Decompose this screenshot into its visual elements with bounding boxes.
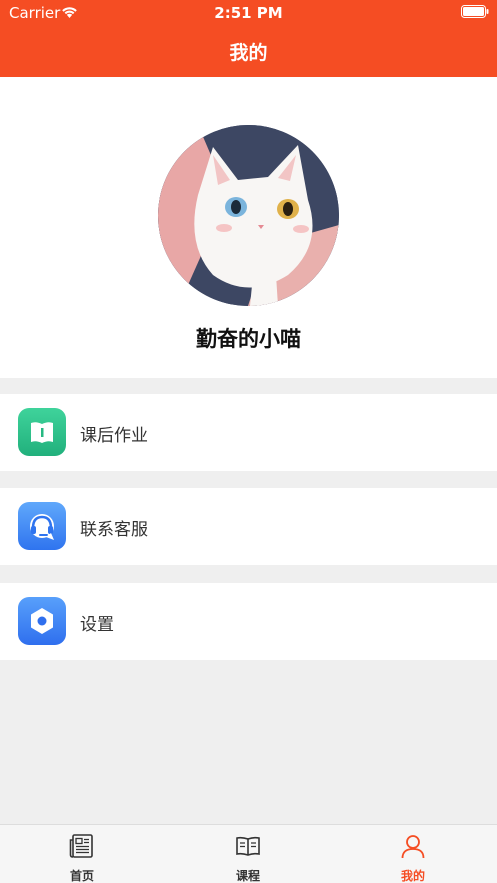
menu-item-label: 设置 [80,615,114,635]
status-bar: Carrier 2:51 PM [0,0,497,26]
tab-label: 我的 [400,869,425,883]
menu-item-homework[interactable]: 课后作业 [0,394,497,471]
book-icon [18,408,66,456]
cat-avatar-image [158,125,339,306]
tab-courses[interactable]: 课程 [208,825,288,883]
menu-item-settings[interactable]: 设置 [0,583,497,660]
menu-item-label: 联系客服 [80,520,148,540]
newspaper-icon [69,834,93,858]
clock: 2:51 PM [214,4,283,22]
headset-icon [18,502,66,550]
profile-section: 勤奋的小喵 [0,77,497,378]
tab-home[interactable]: 首页 [42,825,122,883]
page-title: 我的 [229,42,268,64]
menu-item-label: 课后作业 [80,426,148,446]
header: Carrier 2:51 PM 我的 [0,0,497,77]
avatar[interactable] [158,125,339,306]
tab-mine[interactable]: 我的 [373,825,453,883]
battery-icon [461,5,489,18]
username: 勤奋的小喵 [196,327,301,351]
tab-label: 首页 [69,869,94,883]
person-icon [401,835,425,859]
tab-label: 课程 [235,869,260,883]
menu-item-customer-service[interactable]: 联系客服 [0,488,497,565]
hexagon-settings-icon [18,597,66,645]
open-book-icon [236,836,260,856]
tab-bar: 首页 课程 我的 [0,824,497,883]
